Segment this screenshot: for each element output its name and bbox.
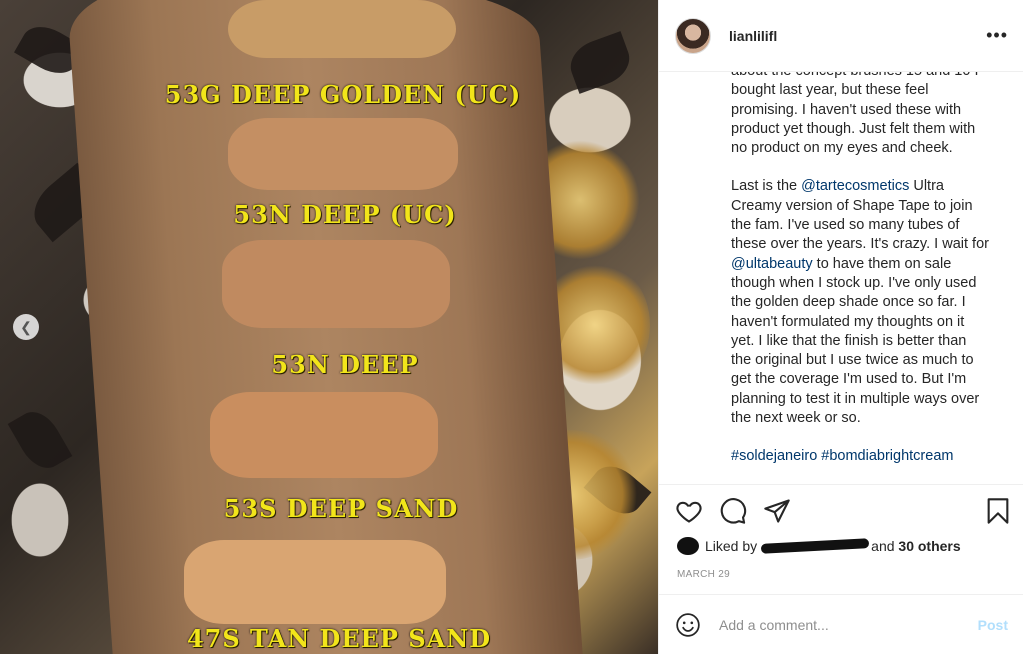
- action-icons: [675, 497, 1010, 527]
- caption-scroll-area[interactable]: about the concept brushes 15 and 10 I bo…: [659, 72, 1023, 484]
- heart-icon[interactable]: [675, 497, 703, 525]
- post-button[interactable]: Post: [978, 617, 1008, 633]
- caption-text-segment: Last is the: [731, 178, 802, 195]
- shade-label: 53S DEEP SAND: [223, 494, 459, 523]
- shade-label: 47S TAN DEEP SAND: [186, 624, 492, 653]
- more-options-icon[interactable]: •••: [986, 25, 1008, 46]
- comment-icon[interactable]: [719, 497, 747, 525]
- hashtag-links[interactable]: #soldejaneiro #bomdiabrightcream: [731, 447, 989, 466]
- comment-bar: Post: [659, 594, 1023, 654]
- shade-label: 53G DEEP GOLDEN (UC): [164, 80, 522, 109]
- chevron-left-icon: ❮: [20, 318, 32, 335]
- comment-input[interactable]: [717, 615, 951, 634]
- username-link[interactable]: lianlilifl: [729, 28, 777, 44]
- post-date[interactable]: MARCH 29: [677, 569, 730, 580]
- share-icon[interactable]: [763, 497, 791, 525]
- swatch-53n-deep-uc: [228, 118, 458, 190]
- shade-label: 53N DEEP (UC): [233, 200, 457, 229]
- swatch-47s-tan-deep-sand: [184, 540, 446, 624]
- liked-by-and: and: [871, 538, 895, 554]
- post-header: lianlilifl •••: [659, 0, 1023, 72]
- emoji-icon[interactable]: [675, 612, 701, 638]
- swatch-53g-deep-golden: [228, 0, 456, 58]
- caption-text: about the concept brushes 15 and 10 I bo…: [731, 72, 989, 484]
- post-actions: Liked by and 30 others MARCH 29: [659, 484, 1023, 595]
- liker-avatar[interactable]: [677, 537, 699, 555]
- shade-label: 53N DEEP: [271, 350, 419, 379]
- bookmark-icon[interactable]: [984, 497, 1012, 525]
- liked-by-label: Liked by: [705, 538, 758, 554]
- previous-image-button[interactable]: ❮: [13, 314, 39, 340]
- mention-link[interactable]: @ultabeauty: [731, 256, 813, 272]
- post-side-panel: lianlilifl ••• about the concept brushes…: [658, 0, 1023, 654]
- mention-link[interactable]: @tartecosmetics: [801, 178, 909, 194]
- caption-paragraph: Last is the @tartecosmetics Ultra Creamy…: [731, 177, 989, 428]
- caption-paragraph: about the concept brushes 15 and 10 I bo…: [731, 72, 979, 157]
- others-likes-link[interactable]: 30 others: [898, 538, 960, 554]
- caption-text-segment: to have them on sale though when I stock…: [731, 255, 980, 427]
- redacted-username: [760, 538, 870, 554]
- swatch-53s-deep-sand: [210, 392, 438, 478]
- post-photo[interactable]: 53G DEEP GOLDEN (UC) 53N DEEP (UC) 53N D…: [0, 0, 658, 654]
- swatch-53n-deep: [222, 240, 450, 328]
- avatar[interactable]: [675, 17, 711, 54]
- likes-summary: Liked by and 30 others: [677, 537, 961, 555]
